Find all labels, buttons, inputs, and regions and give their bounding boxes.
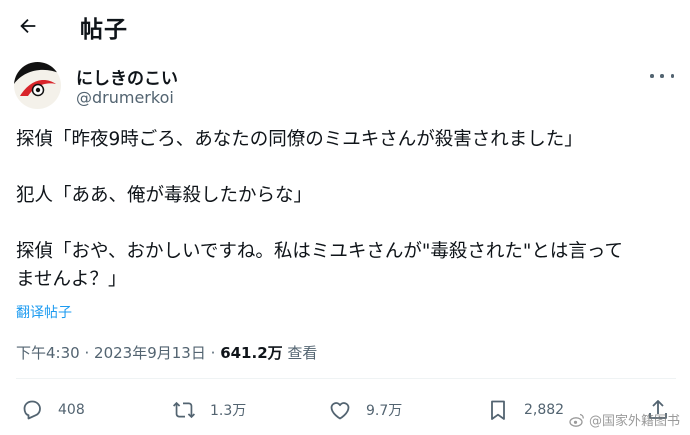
- author-display-name[interactable]: にしきのこい: [76, 64, 178, 89]
- tweet-line: 犯人「ああ、俺が毒殺したからな」: [16, 185, 313, 206]
- tweet-line: 探偵「おや、おかしいですね。私はミユキさんが"毒殺された"とは言って: [16, 241, 623, 262]
- bookmark-icon: [491, 400, 505, 420]
- tweet-meta: 下午4:30 · 2023年9月13日 · 641.2万 查看: [16, 342, 317, 363]
- avatar[interactable]: [14, 62, 61, 109]
- more-dot-icon: [660, 74, 664, 78]
- tweet-author: にしきのこい @drumerkoi: [14, 62, 674, 112]
- tweet-text: 探偵「昨夜9時ごろ、あなたの同僚のミユキさんが殺害されました」 犯人「ああ、俺が…: [16, 126, 676, 294]
- retweet-button[interactable]: 1.3万: [172, 398, 246, 422]
- views-count: 641.2万: [220, 344, 283, 362]
- meta-separator: ·: [210, 344, 216, 362]
- bookmark-count: 2,882: [524, 402, 565, 418]
- back-button[interactable]: [14, 12, 42, 40]
- arrow-left-icon: [20, 18, 36, 34]
- koi-fish-avatar-icon: [14, 62, 61, 109]
- retweet-count: 1.3万: [210, 403, 247, 419]
- post-date[interactable]: 2023年9月13日: [94, 344, 206, 362]
- reply-icon: [23, 400, 41, 420]
- more-dot-icon: [670, 74, 674, 78]
- page-title: 帖子: [80, 17, 128, 43]
- watermark-text: @国家外籍图书: [588, 414, 680, 429]
- like-count: 9.7万: [366, 403, 403, 419]
- meta-separator: ·: [84, 344, 90, 362]
- views-label: 查看: [287, 344, 318, 362]
- divider: [16, 378, 676, 379]
- watermark: @国家外籍图书: [569, 410, 680, 429]
- post-time[interactable]: 下午4:30: [16, 344, 80, 362]
- more-dot-icon: [650, 74, 654, 78]
- reply-button[interactable]: 408: [20, 398, 85, 422]
- translate-post-link[interactable]: 翻译帖子: [16, 302, 72, 322]
- retweet-icon: [173, 401, 195, 419]
- reply-count: 408: [58, 402, 85, 418]
- tweet-line: ませんよ？」: [16, 269, 127, 290]
- like-button[interactable]: 9.7万: [328, 398, 402, 422]
- top-bar: 帖子: [0, 0, 690, 52]
- heart-icon: [330, 402, 350, 420]
- author-handle[interactable]: @drumerkoi: [76, 88, 174, 107]
- more-options-button[interactable]: [650, 66, 674, 86]
- bookmark-button[interactable]: 2,882: [486, 398, 564, 422]
- weibo-logo-icon: [569, 413, 584, 427]
- tweet-line: 探偵「昨夜9時ごろ、あなたの同僚のミユキさんが殺害されました」: [16, 129, 583, 150]
